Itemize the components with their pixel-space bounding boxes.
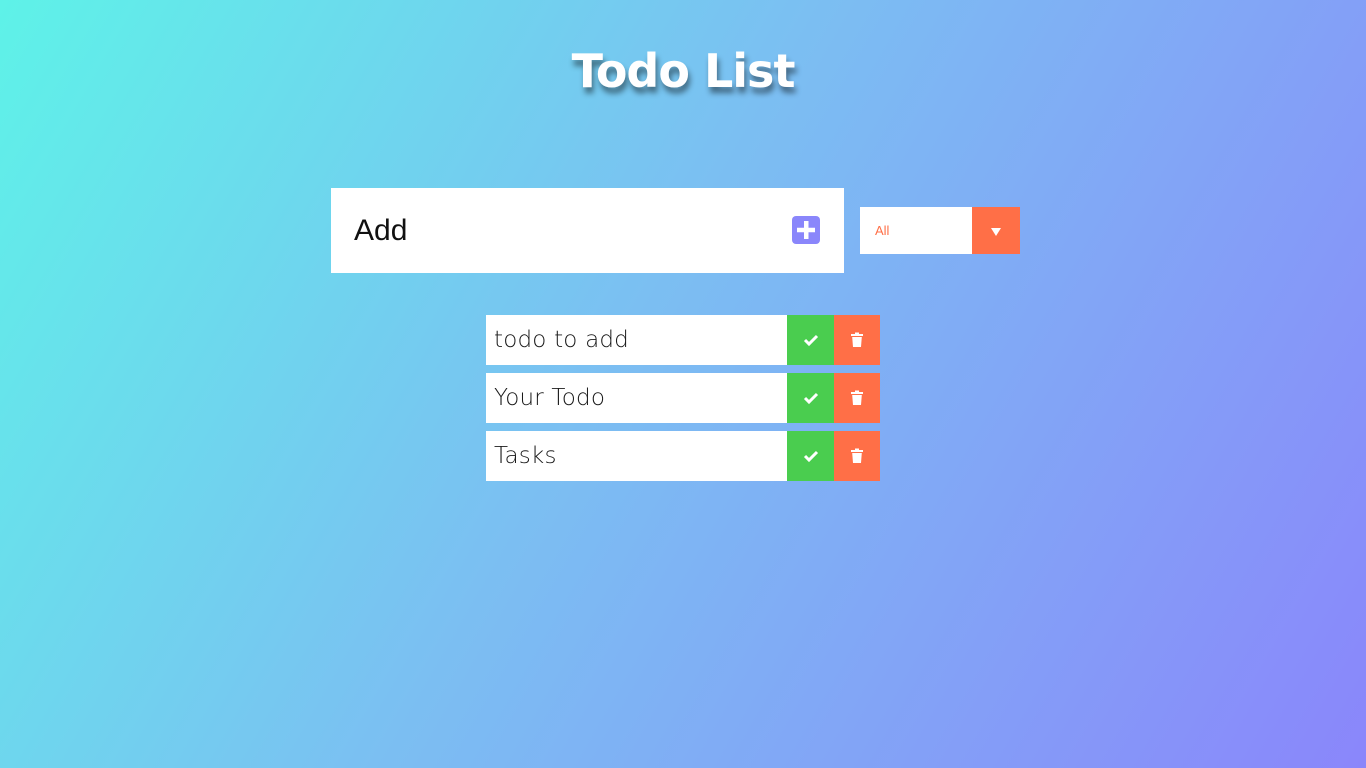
delete-todo-button[interactable] — [834, 373, 880, 423]
trash-icon — [851, 390, 863, 405]
todo-item: Tasks — [486, 431, 880, 481]
delete-todo-button[interactable] — [834, 315, 880, 365]
check-icon — [803, 450, 818, 463]
delete-todo-button[interactable] — [834, 431, 880, 481]
trash-icon — [851, 448, 863, 463]
add-todo-form — [331, 188, 844, 273]
check-icon — [803, 392, 818, 405]
todo-item: todo to add — [486, 315, 880, 365]
todo-text: todo to add — [494, 327, 629, 353]
complete-todo-button[interactable] — [787, 431, 834, 481]
caret-down-icon — [991, 227, 1001, 236]
filter-select[interactable]: All — [860, 207, 1020, 254]
complete-todo-button[interactable] — [787, 315, 834, 365]
todo-input[interactable] — [354, 200, 774, 261]
filter-dropdown-button[interactable] — [972, 207, 1020, 254]
filter-selected-value: All — [875, 223, 890, 238]
check-icon — [803, 334, 818, 347]
todo-text: Your Todo — [494, 385, 606, 411]
trash-icon — [851, 332, 863, 347]
complete-todo-button[interactable] — [787, 373, 834, 423]
todo-text: Tasks — [494, 443, 557, 469]
add-todo-button[interactable] — [792, 216, 820, 244]
page-title: Todo List — [571, 44, 796, 98]
plus-square-icon — [797, 221, 815, 239]
todo-list: todo to add Your Todo Tasks — [486, 315, 880, 489]
todo-item: Your Todo — [486, 373, 880, 423]
